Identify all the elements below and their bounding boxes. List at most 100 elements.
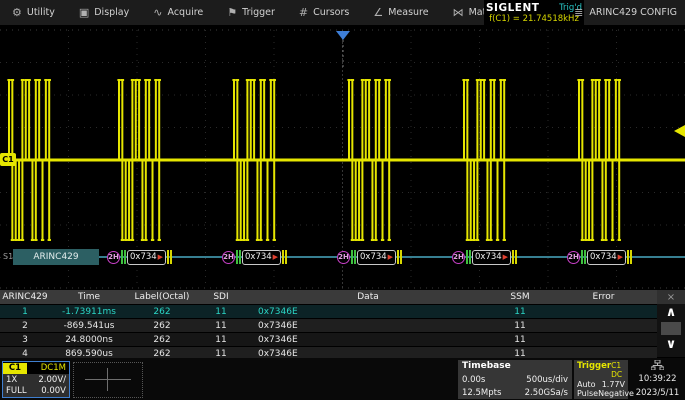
frame-start-marker <box>581 250 586 264</box>
truncated-arrow-icon: ▶ <box>618 254 623 261</box>
channel1-offset: 0.00V <box>41 386 66 396</box>
truncated-arrow-icon: ▶ <box>273 254 278 261</box>
channel1-probe: 1X <box>6 375 17 385</box>
decode-frame: 2H0x734▶ <box>107 249 172 265</box>
decode-bus-id: S1 <box>3 252 13 261</box>
gear-icon: ⚙ <box>12 7 22 18</box>
frame-data-box: 0x734▶ <box>242 250 281 265</box>
trigger-slope: Negative <box>598 389 634 398</box>
frame-label-bubble: 2H <box>107 251 120 264</box>
col-header-arinc429: ARINC429 <box>0 292 50 302</box>
table-close-button[interactable]: × <box>657 290 685 304</box>
arinc429-config-button[interactable]: ≣ ARINC429 CONFIG <box>570 0 681 25</box>
frame-start-marker <box>351 250 356 264</box>
protractor-icon: ∠ <box>373 7 383 18</box>
table-cell: 262 <box>128 321 196 331</box>
menu-trigger[interactable]: ⚑ Trigger <box>215 0 287 25</box>
decode-table-header: ARINC429 Time Label(Octal) SDI Data SSM … <box>0 290 657 304</box>
trigger-descriptor[interactable]: Trigger C1 DC Auto 1.77V Pulse Negative <box>574 360 628 399</box>
menu-acquire[interactable]: ∿ Acquire <box>141 0 215 25</box>
channel1-scale: 2.00V/ <box>38 375 66 385</box>
trigger-type: Pulse <box>577 389 598 398</box>
decode-frame: 2H 0x734▶ <box>337 249 402 265</box>
table-row[interactable]: 324.8000ns262110x7346E11 <box>0 332 657 346</box>
table-cell: 3 <box>0 335 50 345</box>
table-cell: 2 <box>0 321 50 331</box>
menu-measure-label: Measure <box>388 7 428 18</box>
table-cell: -1.73911ms <box>50 307 128 317</box>
frame-start-marker <box>236 250 241 264</box>
col-header-error: Error <box>550 292 657 302</box>
channel1-descriptor[interactable]: C1 DC1M 1X 2.00V/ FULL 0.00V <box>2 361 70 398</box>
col-header-data: Data <box>246 292 490 302</box>
table-cell: 11 <box>490 335 550 345</box>
table-cell: 11 <box>490 307 550 317</box>
trigger-title: Trigger <box>577 361 611 379</box>
math-icon: ⋈ <box>453 7 464 18</box>
timebase-memory: 12.5Mpts <box>462 388 501 398</box>
table-cell: 11 <box>490 349 550 359</box>
frame-label-bubble: 2H <box>452 251 465 264</box>
table-row[interactable]: 2-869.541us262110x7346E11 <box>0 318 657 332</box>
menu-cursors-label: Cursors <box>313 7 349 18</box>
scroll-down-button[interactable]: ∨ <box>657 336 685 353</box>
table-cell: 0x7346E <box>246 321 490 331</box>
frame-label-bubble: 2H <box>567 251 580 264</box>
timebase-descriptor[interactable]: Timebase 0.00s 500us/div 12.5Mpts 2.50GS… <box>458 360 572 399</box>
scroll-up-button[interactable]: ∧ <box>657 304 685 321</box>
table-cell: 262 <box>128 349 196 359</box>
decode-frame: 2H 0x734▶ <box>567 249 632 265</box>
config-button-label: ARINC429 CONFIG <box>589 7 677 18</box>
oscilloscope-screen: ⚙ Utility ▣ Display ∿ Acquire ⚑ Trigger … <box>0 0 685 400</box>
channel1-offset-marker[interactable]: C1 <box>0 153 16 166</box>
decode-bus-label[interactable]: ARINC429 <box>13 249 99 265</box>
table-cell: 11 <box>196 321 246 331</box>
clock-panel: 10:39:22 2023/5/11 <box>630 359 685 399</box>
timebase-title: Timebase <box>462 361 511 371</box>
frame-data-box: 0x734▶ <box>472 250 511 265</box>
clock-date: 2023/5/11 <box>636 388 680 398</box>
status-block: SIGLENT Trig'd f(C1) = 21.74518kHz <box>484 0 584 25</box>
table-cell: 0x7346E <box>246 335 490 345</box>
scrollbar-thumb[interactable] <box>661 322 681 335</box>
table-row[interactable]: 1-1.73911ms262110x7346E11 <box>0 304 657 318</box>
frame-data-box: 0x734▶ <box>357 250 396 265</box>
plus-icon <box>85 379 131 380</box>
table-side-controls: × ∧ ∨ <box>657 290 685 357</box>
menu-display[interactable]: ▣ Display <box>67 0 141 25</box>
menu-acquire-label: Acquire <box>167 7 203 18</box>
table-cell: 0x7346E <box>246 307 490 317</box>
channel1-bandwidth: FULL <box>6 386 27 396</box>
decode-table-body: 1-1.73911ms262110x7346E112-869.541us2621… <box>0 304 657 360</box>
truncated-arrow-icon: ▶ <box>388 254 393 261</box>
col-header-sdi: SDI <box>196 292 246 302</box>
frame-label-bubble: 2H <box>337 251 350 264</box>
frequency-readout: f(C1) = 21.74518kHz <box>486 14 582 24</box>
table-cell: 869.590us <box>50 349 128 359</box>
flag-icon: ⚑ <box>227 7 237 18</box>
decode-frame: 2H 0x734▶ <box>452 249 517 265</box>
frame-end-marker <box>167 250 172 264</box>
table-cell: 0x7346E <box>246 349 490 359</box>
siglent-logo: SIGLENT <box>486 2 539 14</box>
crosshatch-icon: # <box>299 7 308 18</box>
table-cell: 11 <box>196 335 246 345</box>
col-header-time: Time <box>50 292 128 302</box>
clock-time: 10:39:22 <box>638 374 676 384</box>
menu-utility[interactable]: ⚙ Utility <box>0 0 67 25</box>
table-cell: 11 <box>196 307 246 317</box>
add-channel-button[interactable] <box>73 362 143 398</box>
col-header-ssm: SSM <box>490 292 550 302</box>
menu-cursors[interactable]: # Cursors <box>287 0 361 25</box>
menu-measure[interactable]: ∠ Measure <box>361 0 440 25</box>
timebase-delay: 0.00s <box>462 375 485 385</box>
frame-data-box: 0x734▶ <box>587 250 626 265</box>
table-cell: 11 <box>490 321 550 331</box>
trigger-source: C1 DC <box>611 361 625 379</box>
list-icon: ≣ <box>574 6 583 19</box>
truncated-arrow-icon: ▶ <box>158 254 163 261</box>
table-cell: 24.8000ns <box>50 335 128 345</box>
table-cell: 262 <box>128 335 196 345</box>
frame-end-marker <box>282 250 287 264</box>
table-cell: 262 <box>128 307 196 317</box>
